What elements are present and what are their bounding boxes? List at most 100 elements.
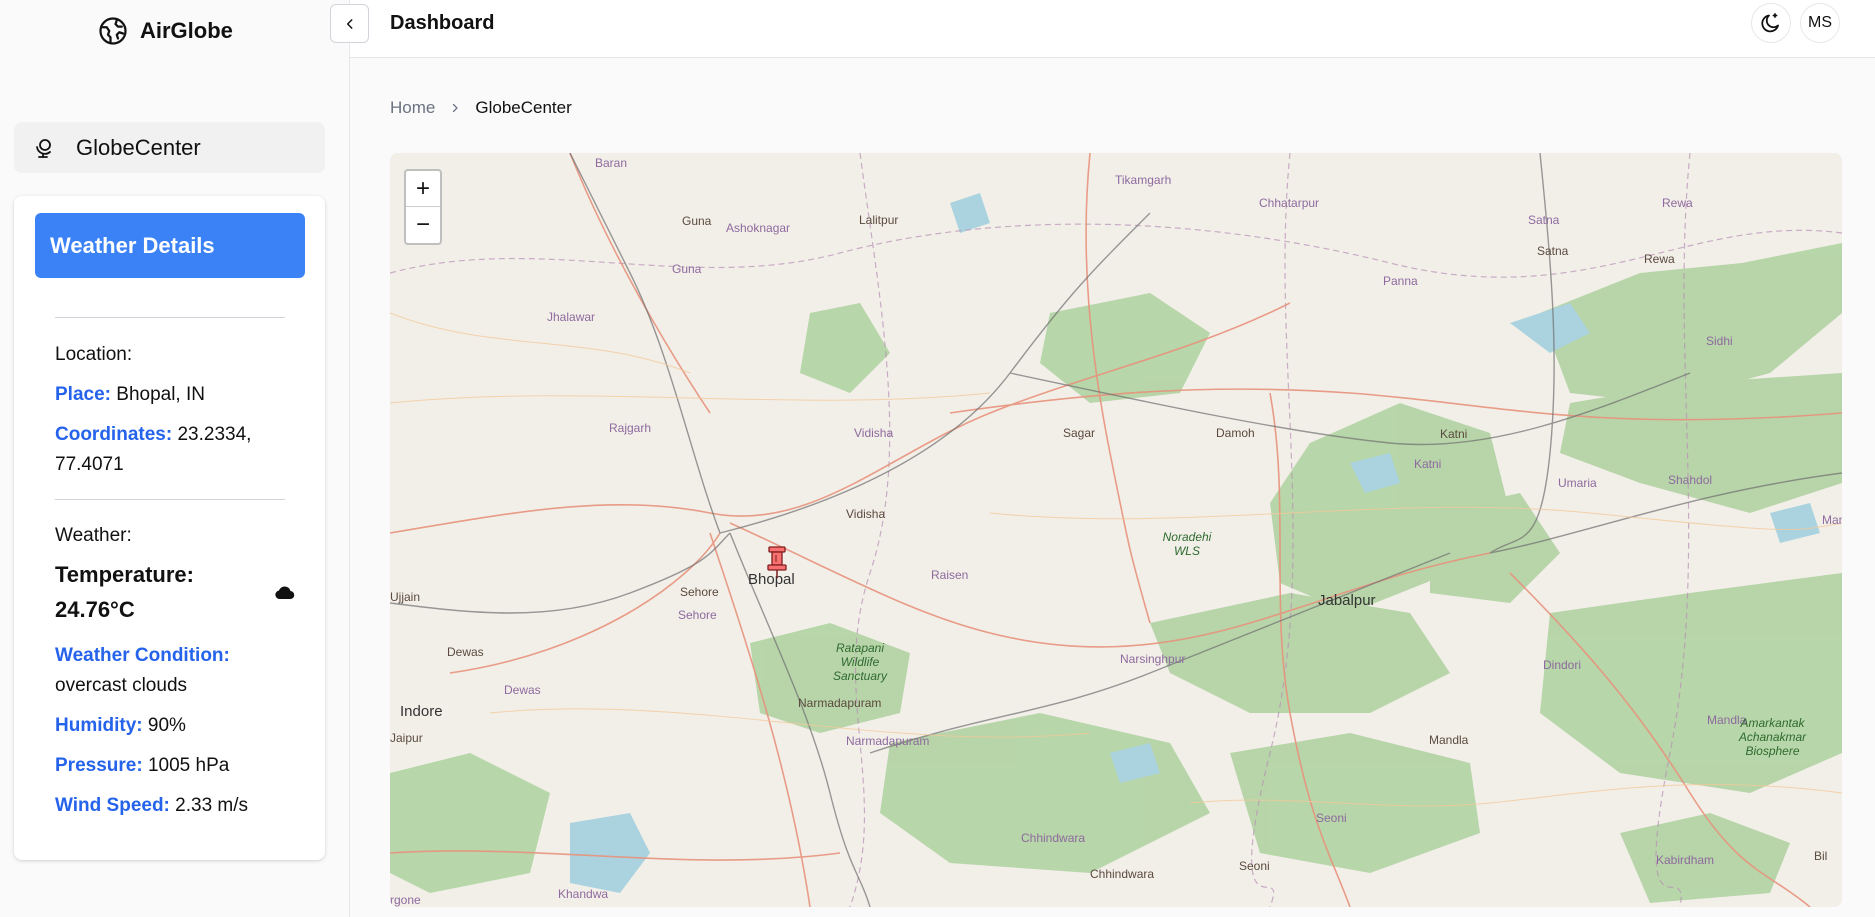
map-label: Khandwa (558, 887, 609, 901)
zoom-control: + − (404, 169, 442, 245)
map-label: Guna (682, 214, 712, 228)
map-label: Tikamgarh (1115, 173, 1172, 187)
map-label: Baran (595, 156, 628, 170)
sidebar-item-globecenter[interactable]: GlobeCenter (14, 122, 325, 173)
map-label: Bil (1814, 849, 1828, 863)
coordinates-row: Coordinates: 23.2334, 77.4071 (55, 420, 295, 480)
map-label: Jabalpur (1318, 592, 1376, 609)
humidity-value: 90% (147, 715, 186, 736)
divider (55, 499, 285, 500)
map-label: Kabirdham (1656, 853, 1715, 867)
page-title: Dashboard (390, 12, 495, 34)
collapse-sidebar-button[interactable] (330, 4, 369, 43)
wind-value: 2.33 m/s (175, 795, 249, 816)
map-label: Panna (1383, 274, 1418, 288)
place-row: Place: Bhopal, IN (55, 380, 295, 410)
map-label: Dewas (447, 645, 484, 659)
map-label: Sidhi (1706, 334, 1733, 348)
breadcrumb-current: GlobeCenter (475, 98, 572, 117)
wind-key: Wind Speed: (55, 795, 170, 816)
place-key: Place: (55, 384, 111, 405)
weather-card: Weather Details Location: Place: Bhopal,… (14, 196, 325, 860)
user-avatar[interactable]: MS (1800, 3, 1840, 43)
map-label: Damoh (1216, 426, 1255, 440)
map-label: Sagar (1063, 426, 1096, 440)
map-label: Katni (1440, 427, 1468, 441)
place-value: Bhopal, IN (116, 384, 205, 405)
map-label: Indore (400, 703, 443, 720)
weather-heading: Weather: (55, 525, 132, 546)
map-label: Shahdol (1668, 473, 1713, 487)
top-bar: Dashboard MS (330, 0, 1875, 58)
map-label: Ashoknagar (726, 221, 791, 235)
condition-value: overcast clouds (55, 675, 188, 696)
map-label: Seoni (1239, 859, 1270, 873)
pressure-value: 1005 hPa (147, 755, 230, 776)
temperature-value: 24.76°C (55, 597, 135, 622)
map-label: Chhatarpur (1259, 196, 1320, 210)
condition-key: Weather Condition: (55, 645, 230, 666)
sidebar-item-label: GlobeCenter (76, 134, 201, 160)
map-label: Vidisha (854, 426, 894, 440)
map-label: Vidisha (846, 507, 886, 521)
humidity-row: Humidity: 90% (55, 711, 295, 741)
weather-details-button[interactable]: Weather Details (35, 213, 305, 278)
map-label: Rajgarh (609, 421, 652, 435)
condition-row: Weather Condition: overcast clouds (55, 641, 295, 701)
map-label: Rewa (1644, 252, 1675, 266)
map-label: Ujjain (390, 590, 421, 604)
globe-logo-icon (99, 17, 127, 45)
coordinates-key: Coordinates: (55, 424, 173, 445)
map-label: Guna (672, 262, 702, 276)
map-tiles[interactable] (390, 153, 1842, 907)
map-label: Jaipur (390, 731, 423, 745)
pressure-key: Pressure: (55, 755, 143, 776)
sidebar: AirGlobe GlobeCenter Weather Details Loc… (0, 0, 350, 917)
map-label: Narmadapuram (798, 696, 882, 710)
zoom-in-button[interactable]: + (406, 171, 440, 207)
map-label: Satna (1537, 244, 1569, 258)
map-label: Lalitpur (859, 213, 899, 227)
temperature-key: Temperature: (55, 562, 194, 587)
breadcrumb: Home GlobeCenter (390, 98, 572, 118)
divider (55, 317, 285, 318)
app-name: AirGlobe (140, 18, 233, 43)
humidity-key: Humidity: (55, 715, 143, 736)
map-label: Chhindwara (1090, 867, 1155, 881)
map-label: Mand (1822, 513, 1842, 527)
moon-sparkle-icon (1761, 13, 1779, 33)
map-label: Noradehi WLS (1162, 530, 1212, 558)
map-label: Jhalawar (547, 310, 596, 324)
breadcrumb-home-link[interactable]: Home (390, 98, 435, 118)
temperature-row: Temperature: 24.76°C (55, 557, 295, 627)
map-label: Seoni (1316, 811, 1347, 825)
chevron-right-icon (453, 103, 459, 113)
globe-stand-icon (36, 138, 51, 158)
map-label: Amarkantak Achanakmar Biosphere (1738, 716, 1807, 758)
map-label: rgone (390, 893, 421, 907)
map-label: Dewas (504, 683, 541, 697)
map-label: Narmadapuram (846, 734, 930, 748)
location-heading: Location: (55, 344, 133, 365)
map-label: Raisen (931, 568, 969, 582)
map-label: Sehore (678, 608, 717, 622)
map[interactable]: Baran Guna Ashoknagar Guna Lalitpur Tika… (390, 153, 1842, 907)
theme-toggle-button[interactable] (1751, 3, 1791, 43)
pressure-row: Pressure: 1005 hPa (55, 751, 295, 781)
map-marker-pin-icon[interactable] (764, 545, 790, 579)
chevron-left-icon (346, 18, 352, 29)
map-label: Chhindwara (1021, 831, 1086, 845)
map-label: Sehore (680, 585, 719, 599)
map-label: Umaria (1558, 476, 1597, 490)
wind-row: Wind Speed: 2.33 m/s (55, 791, 295, 821)
temperature: Temperature: 24.76°C (55, 557, 194, 627)
brand[interactable]: AirGlobe (98, 14, 233, 48)
map-label: Mandla (1429, 733, 1469, 747)
map-label: Narsinghpur (1120, 652, 1186, 666)
map-label: Katni (1414, 457, 1442, 471)
map-label: Ratapani Wildlife Sanctuary (832, 641, 888, 683)
zoom-out-button[interactable]: − (406, 207, 440, 243)
cloud-icon (275, 586, 295, 600)
map-label: Dindori (1543, 658, 1582, 672)
map-label: Rewa (1662, 196, 1693, 210)
